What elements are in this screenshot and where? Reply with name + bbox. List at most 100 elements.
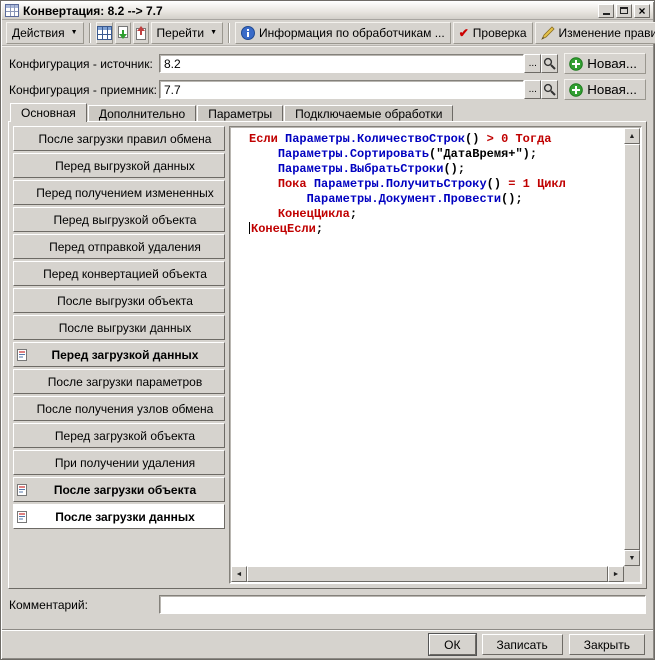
code-line: Параметры.Документ.Провести(); <box>249 192 622 207</box>
handler-button[interactable]: Перед выгрузкой данных <box>13 153 225 178</box>
change-rules-button[interactable]: Изменение правил <box>534 21 655 44</box>
target-choose-button[interactable]: ... <box>524 80 542 99</box>
close-icon: × <box>638 3 646 18</box>
load-rules-button[interactable] <box>114 21 131 44</box>
actions-menu-button[interactable]: Действия ▼ <box>6 21 84 44</box>
code-token: Параметры.ВыбратьСтроки <box>277 162 444 176</box>
scroll-up-button[interactable]: ▲ <box>624 128 640 144</box>
handlers-info-button[interactable]: Информация по обработчикам ... <box>235 21 451 44</box>
code-area[interactable]: Если Параметры.КоличествоСтрок() > 0 Тог… <box>231 128 624 566</box>
tab-label: Дополнительно <box>98 107 186 121</box>
handler-button[interactable]: После загрузки правил обмена <box>13 126 225 151</box>
check-icon: ✔ <box>458 25 469 40</box>
vertical-scrollbar-thumb[interactable] <box>624 144 640 550</box>
comment-label: Комментарий: <box>9 597 88 612</box>
tab[interactable]: Подключаемые обработки <box>284 105 454 122</box>
plus-icon <box>569 56 584 71</box>
dropdown-icon: ▼ <box>210 29 218 36</box>
code-token: () <box>486 177 509 191</box>
save-button[interactable]: Записать <box>481 634 563 655</box>
toolbar: Действия ▼ Перейти ▼ Информация по обраб… <box>2 20 655 46</box>
source-choose-button[interactable]: ... <box>524 54 542 73</box>
save-rules-button[interactable] <box>95 21 113 44</box>
tab[interactable]: Основная <box>10 103 87 122</box>
maximize-button[interactable] <box>616 3 632 18</box>
code-token: Параметры.ПолучитьСтроку <box>313 177 487 191</box>
close-window-button[interactable]: Закрыть <box>568 634 645 655</box>
handler-button[interactable]: Перед получением измененных <box>13 180 225 205</box>
vertical-scrollbar[interactable]: ▲ ▼ <box>624 128 640 566</box>
horizontal-scrollbar-thumb[interactable] <box>247 566 608 582</box>
window-title: Конвертация: 8.2 --> 7.7 <box>23 3 163 18</box>
handler-label: Перед конвертацией объекта <box>43 266 207 281</box>
handler-button[interactable]: После загрузки объекта <box>13 477 225 502</box>
check-button[interactable]: ✔ Проверка <box>452 21 533 44</box>
titlebar[interactable]: Конвертация: 8.2 --> 7.7 × <box>2 2 653 20</box>
export-rules-button[interactable] <box>132 21 149 44</box>
target-open-button[interactable] <box>541 80 559 99</box>
handler-label: Перед загрузкой данных <box>51 347 199 362</box>
source-new-label: Новая... <box>587 56 637 71</box>
handler-button[interactable]: После загрузки данных <box>13 504 225 529</box>
code-token: Параметры.Сортировать <box>277 147 430 161</box>
code-token: КонецЦикла <box>277 207 350 221</box>
tab-label: Основная <box>21 106 76 120</box>
handler-label: При получении удаления <box>54 455 196 470</box>
scroll-right-button[interactable]: ► <box>608 566 624 582</box>
handler-button[interactable]: Перед конвертацией объекта <box>13 261 225 286</box>
handler-button[interactable]: После загрузки параметров <box>13 369 225 394</box>
code-token: 0 <box>501 132 516 146</box>
import-arrow-icon <box>117 25 128 39</box>
code-token: > <box>486 132 502 146</box>
handler-code-icon <box>17 511 27 523</box>
pencil-icon <box>540 25 555 40</box>
handler-label: После получения узлов обмена <box>36 401 214 416</box>
handler-button[interactable]: Перед загрузкой данных <box>13 342 225 367</box>
ok-button[interactable]: ОК <box>428 633 477 656</box>
source-new-button[interactable]: Новая... <box>564 53 646 74</box>
tab-label: Подключаемые обработки <box>295 107 443 121</box>
handler-button[interactable]: После получения узлов обмена <box>13 396 225 421</box>
minimize-button[interactable] <box>598 3 614 18</box>
handler-label: После загрузки данных <box>55 509 195 524</box>
source-config-input[interactable] <box>159 54 525 73</box>
close-button[interactable]: × <box>634 3 650 18</box>
tab[interactable]: Дополнительно <box>87 105 197 122</box>
goto-menu-button[interactable]: Перейти ▼ <box>150 21 224 44</box>
code-token: ; <box>315 222 324 236</box>
handler-label: Перед загрузкой объекта <box>54 428 196 443</box>
text-cursor <box>249 222 250 234</box>
code-token: Пока <box>277 177 314 191</box>
target-new-button[interactable]: Новая... <box>564 79 646 100</box>
source-open-button[interactable] <box>541 54 559 73</box>
handler-button[interactable]: Перед выгрузкой объекта <box>13 207 225 232</box>
handler-button[interactable]: Перед загрузкой объекта <box>13 423 225 448</box>
target-config-row: Конфигурация - приемник: ... Новая... <box>9 79 646 100</box>
handler-button[interactable]: Перед отправкой удаления <box>13 234 225 259</box>
handler-label: После загрузки параметров <box>47 374 203 389</box>
scroll-left-button[interactable]: ◄ <box>231 566 247 582</box>
handler-button[interactable]: После выгрузки объекта <box>13 288 225 313</box>
scroll-down-button[interactable]: ▼ <box>624 550 640 566</box>
code-token: ); <box>522 147 538 161</box>
code-token: КонецЕсли <box>251 222 316 236</box>
horizontal-scrollbar[interactable]: ◄ ► <box>231 566 624 582</box>
handler-button[interactable]: При получении удаления <box>13 450 225 475</box>
handler-label: После выгрузки данных <box>58 320 192 335</box>
comment-input[interactable] <box>159 595 646 614</box>
code-line: КонецЕсли; <box>249 222 622 237</box>
toolbar-separator <box>88 22 91 43</box>
tab[interactable]: Параметры <box>197 105 284 122</box>
code-editor[interactable]: Если Параметры.КоличествоСтрок() > 0 Тог… <box>229 126 642 584</box>
window-controls: × <box>598 3 650 18</box>
plus-icon <box>569 82 584 97</box>
target-config-label: Конфигурация - приемник: <box>9 82 157 97</box>
handler-label: Перед получением измененных <box>36 185 214 200</box>
code-line: Пока Параметры.ПолучитьСтроку() = 1 Цикл <box>249 177 622 192</box>
main-panel: После загрузки правил обмена Перед выгру… <box>8 121 647 589</box>
target-config-input[interactable] <box>159 80 525 99</box>
ellipsis-icon: ... <box>528 58 537 69</box>
dropdown-icon: ▼ <box>70 29 78 36</box>
handler-button[interactable]: После выгрузки данных <box>13 315 225 340</box>
handler-label: После загрузки правил обмена <box>38 131 212 146</box>
